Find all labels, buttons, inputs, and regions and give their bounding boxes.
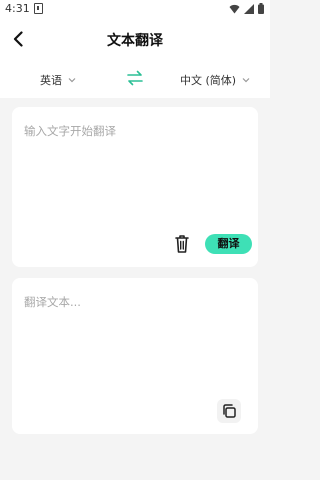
swap-languages-button[interactable] (126, 70, 144, 86)
source-language-selector[interactable]: 英语 (40, 72, 76, 88)
output-card: 翻译文本... (12, 278, 258, 434)
language-bar: 英语 中文 (简体) (0, 60, 270, 98)
copy-icon (223, 404, 236, 418)
chevron-down-icon (242, 78, 250, 83)
source-language-label: 英语 (40, 74, 62, 87)
status-time: 4:31 (5, 2, 30, 15)
chevron-down-icon (68, 78, 76, 83)
battery-icon (258, 3, 264, 14)
translated-text-area[interactable]: 翻译文本... (24, 294, 81, 310)
notification-icon (34, 3, 43, 14)
wifi-icon (229, 4, 240, 13)
target-language-selector[interactable]: 中文 (简体) (180, 72, 250, 88)
trash-icon[interactable] (172, 233, 192, 255)
input-card: 输入文字开始翻译 翻译 (12, 107, 258, 267)
app-header: 文本翻译 (0, 18, 270, 60)
signal-icon (244, 3, 254, 14)
target-language-label: 中文 (简体) (180, 74, 237, 87)
translate-button[interactable]: 翻译 (205, 234, 252, 254)
copy-button[interactable] (217, 399, 241, 423)
page-title: 文本翻译 (107, 33, 163, 49)
source-text-input[interactable]: 输入文字开始翻译 (24, 123, 116, 139)
status-bar: 4:31 (0, 0, 270, 18)
status-icons (229, 3, 264, 14)
